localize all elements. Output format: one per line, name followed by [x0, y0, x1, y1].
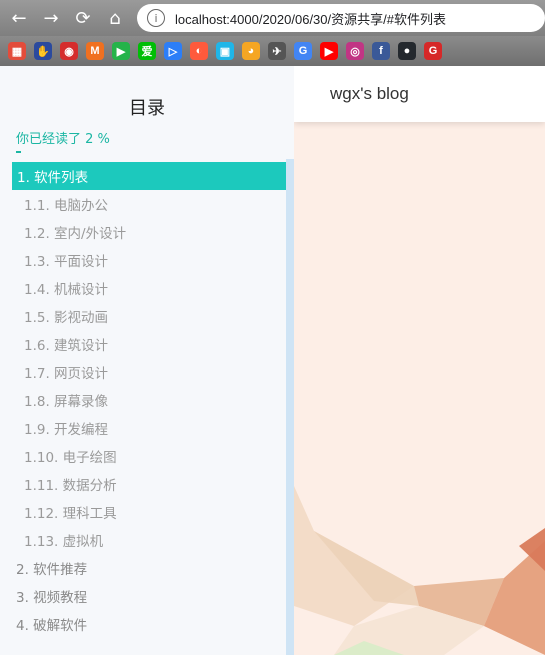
facebook-icon[interactable]: f	[372, 42, 390, 60]
bookmarks-bar: ▦ ✋ ◉ M ▶ 爱 ▷ ◐ ▣ ◕ ✈ G ▶ ◎ f ● G	[0, 36, 545, 66]
github-icon[interactable]: ●	[398, 42, 416, 60]
toc-item[interactable]: 1.2. 室内/外设计	[0, 218, 286, 246]
toc-item[interactable]: 1.6. 建筑设计	[0, 330, 286, 358]
toc-item[interactable]: 1.12. 理科工具	[0, 498, 286, 526]
toc-item[interactable]: 4. 破解软件	[0, 610, 286, 638]
g-red-icon[interactable]: G	[424, 42, 442, 60]
toc-item[interactable]: 1.1. 电脑办公	[0, 190, 286, 218]
toc-item[interactable]: 1.5. 影视动画	[0, 302, 286, 330]
toc-item[interactable]: 2. 软件推荐	[0, 554, 286, 582]
instagram-icon[interactable]: ◎	[346, 42, 364, 60]
m-app-icon[interactable]: M	[86, 42, 104, 60]
site-header: wgx's blog	[294, 66, 545, 122]
back-arrow-icon[interactable]: ←	[6, 5, 32, 31]
toc-item[interactable]: 1.3. 平面设计	[0, 246, 286, 274]
toc-item[interactable]: 1.9. 开发编程	[0, 414, 286, 442]
youtube-icon[interactable]: ▶	[320, 42, 338, 60]
background-polygons	[294, 486, 545, 655]
youku-icon[interactable]: ▷	[164, 42, 182, 60]
toc-item[interactable]: 1.7. 网页设计	[0, 358, 286, 386]
toc-item[interactable]: 1.11. 数据分析	[0, 470, 286, 498]
toc-item[interactable]: 1.8. 屏幕录像	[0, 386, 286, 414]
bilibili-icon[interactable]: ▣	[216, 42, 234, 60]
toc-item[interactable]: 1.10. 电子绘图	[0, 442, 286, 470]
forward-arrow-icon[interactable]: →	[38, 5, 64, 31]
apps-grid-icon[interactable]: ▦	[8, 42, 26, 60]
home-icon[interactable]: ⌂	[102, 5, 128, 31]
iqiyi-icon[interactable]: 爱	[138, 42, 156, 60]
url-text[interactable]: localhost:4000/2020/06/30/资源共享/#软件列表	[175, 9, 446, 28]
play-icon[interactable]: ▶	[112, 42, 130, 60]
acfun-icon[interactable]: ◕	[242, 42, 260, 60]
google-icon[interactable]: G	[294, 42, 312, 60]
toc-item[interactable]: 3. 视频教程	[0, 582, 286, 610]
toc-item[interactable]: 1.4. 机械设计	[0, 274, 286, 302]
main-content: wgx's blog	[294, 66, 545, 655]
reading-progress-text: 你已经读了 2 %	[16, 132, 110, 147]
site-info-icon[interactable]: i	[147, 9, 165, 27]
bird-icon[interactable]: ✈	[268, 42, 286, 60]
mgtv-icon[interactable]: ◐	[190, 42, 208, 60]
toc-item-active[interactable]: 1. 软件列表	[12, 162, 286, 190]
browser-toolbar: ← → ⟳ ⌂ i localhost:4000/2020/06/30/资源共享…	[0, 0, 545, 36]
toc-title: 目录	[129, 98, 165, 119]
reading-progress-bar	[16, 151, 21, 153]
toc-scroll-track[interactable]	[286, 159, 294, 655]
hand-icon[interactable]: ✋	[34, 42, 52, 60]
table-of-contents-sidebar: 目录 你已经读了 2 % 1. 软件列表 1.1. 电脑办公 1.2. 室内/外设计…	[0, 66, 294, 655]
address-bar[interactable]: i localhost:4000/2020/06/30/资源共享/#软件列表	[137, 4, 545, 32]
weibo-icon[interactable]: ◉	[60, 42, 78, 60]
toc-item[interactable]: 1.13. 虚拟机	[0, 526, 286, 554]
blog-title-link[interactable]: wgx's blog	[330, 84, 409, 104]
reload-icon[interactable]: ⟳	[70, 5, 96, 31]
